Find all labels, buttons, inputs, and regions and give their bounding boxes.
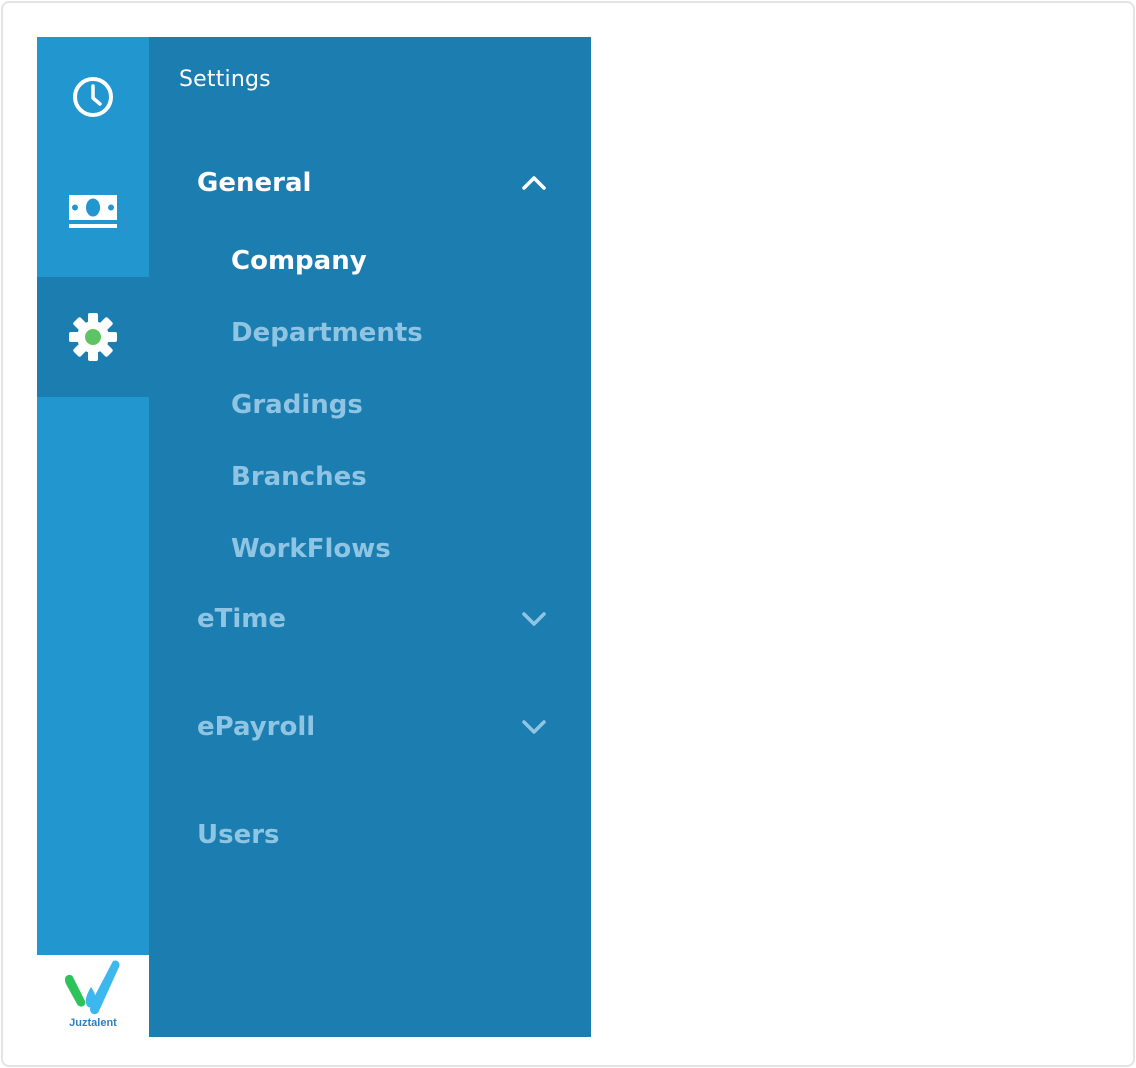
panel-title: Settings [179, 67, 271, 92]
settings-panel: Settings General Company Departments Gra… [149, 37, 591, 1037]
menu-item-company[interactable]: Company [231, 241, 367, 281]
chevron-down-icon [522, 612, 546, 626]
icon-rail: Juztalent [37, 37, 149, 1037]
menu-item-branches[interactable]: Branches [231, 457, 367, 497]
section-epayroll[interactable]: ePayroll [197, 707, 547, 747]
section-etime[interactable]: eTime [197, 599, 547, 639]
rail-item-time[interactable] [37, 37, 149, 157]
logo-wordmark: Juztalent [69, 1017, 117, 1029]
section-users-label: Users [197, 820, 280, 850]
chevron-down-icon [522, 720, 546, 734]
chevron-up-icon [522, 176, 546, 190]
menu-item-workflows[interactable]: WorkFlows [231, 529, 391, 569]
section-general-label: General [197, 168, 312, 198]
section-users[interactable]: Users [197, 815, 547, 855]
juztalent-logo-icon [65, 960, 120, 1015]
menu-item-departments[interactable]: Departments [231, 313, 423, 353]
menu-item-gradings[interactable]: Gradings [231, 385, 363, 425]
active-indicator-dot [85, 329, 101, 345]
section-general[interactable]: General [197, 163, 547, 203]
sidebar: Juztalent Settings General Company Depar… [37, 37, 591, 1037]
rail-item-payroll[interactable] [37, 152, 149, 272]
gear-icon [69, 313, 117, 361]
section-epayroll-label: ePayroll [197, 712, 316, 742]
rail-item-settings[interactable] [37, 277, 149, 397]
window-frame: Juztalent Settings General Company Depar… [1, 1, 1135, 1067]
section-etime-label: eTime [197, 604, 287, 634]
clock-icon [73, 77, 113, 117]
money-icon [69, 195, 117, 228]
brand-logo: Juztalent [37, 955, 149, 1037]
